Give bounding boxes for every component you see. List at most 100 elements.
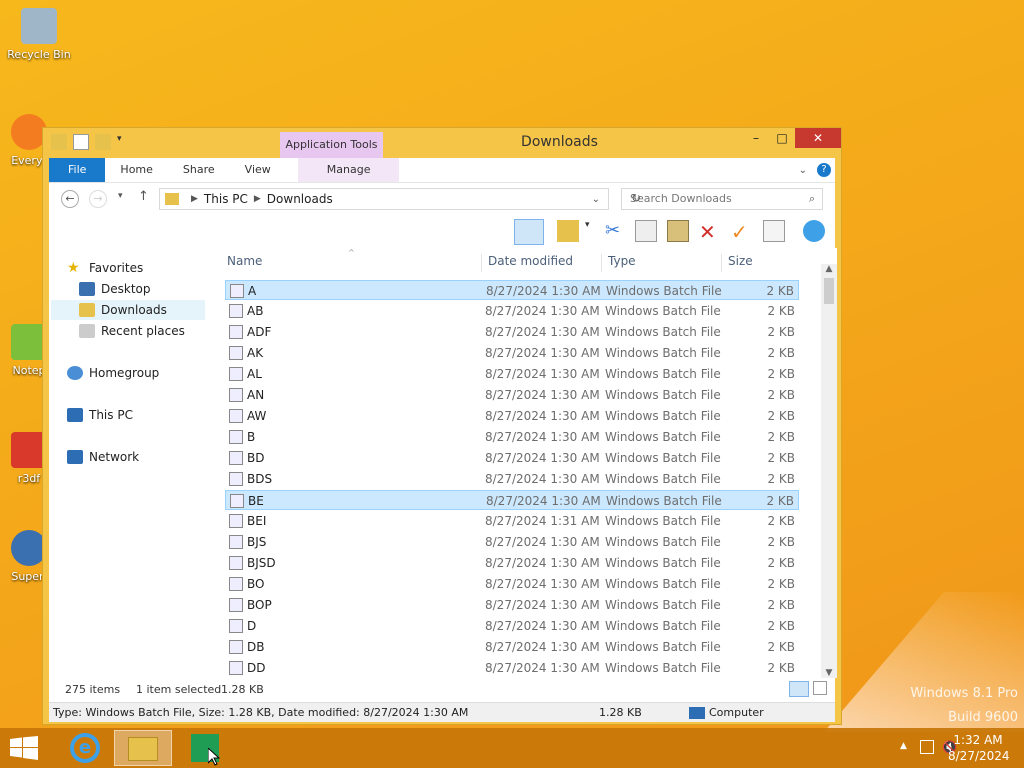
- column-divider[interactable]: [721, 254, 722, 272]
- close-button[interactable]: ✕: [795, 128, 841, 148]
- taskbar-internet-explorer[interactable]: e: [56, 730, 114, 766]
- paste-icon[interactable]: [667, 220, 689, 242]
- taskbar-store[interactable]: [176, 730, 234, 766]
- up-arrow-icon[interactable]: ↑: [138, 189, 149, 204]
- table-row[interactable]: AL 8/27/2024 1:30 AM Windows Batch File 2 K…: [225, 364, 799, 384]
- column-header-type[interactable]: Type: [608, 254, 636, 268]
- table-row[interactable]: DB 8/27/2024 1:30 AM Windows Batch File 2 K…: [225, 637, 799, 657]
- file-size: 2 KB: [767, 409, 795, 423]
- network-tray-icon[interactable]: [920, 740, 934, 754]
- search-icon[interactable]: ⌕: [809, 192, 815, 206]
- address-field[interactable]: ▶ This PC ▶ Downloads ⌄: [159, 188, 609, 210]
- table-row[interactable]: BE 8/27/2024 1:30 AM Windows Batch File 2 K…: [225, 490, 799, 510]
- file-name: BEI: [247, 514, 267, 528]
- delete-icon[interactable]: ✕: [699, 220, 721, 244]
- nav-homegroup[interactable]: Homegroup: [67, 363, 159, 383]
- nav-favorites[interactable]: ★ Favorites: [67, 258, 143, 278]
- search-input[interactable]: Search Downloads: [621, 188, 823, 210]
- nav-downloads[interactable]: Downloads: [51, 300, 205, 320]
- help-icon[interactable]: ?: [817, 163, 831, 177]
- file-type: Windows Batch File: [606, 494, 722, 508]
- chat-bubble-icon[interactable]: [803, 220, 825, 242]
- expand-ribbon-icon[interactable]: ⌄: [799, 165, 807, 176]
- recent-places-icon: [79, 324, 95, 338]
- column-header-date[interactable]: Date modified: [488, 254, 573, 268]
- table-row[interactable]: AW 8/27/2024 1:30 AM Windows Batch File 2 K…: [225, 406, 799, 426]
- tab-file[interactable]: File: [49, 158, 106, 182]
- scrollbar-thumb[interactable]: [824, 278, 834, 304]
- table-row[interactable]: A 8/27/2024 1:30 AM Windows Batch File 2 KB: [225, 280, 799, 300]
- nav-this-pc[interactable]: This PC: [67, 405, 133, 425]
- table-row[interactable]: BJS 8/27/2024 1:30 AM Windows Batch File 2 …: [225, 532, 799, 552]
- file-type: Windows Batch File: [605, 325, 721, 339]
- file-size: 2 KB: [767, 619, 795, 633]
- batch-file-icon: [229, 388, 243, 402]
- table-row[interactable]: BJSD 8/27/2024 1:30 AM Windows Batch File 2…: [225, 553, 799, 573]
- show-hidden-icons-icon[interactable]: ▲: [900, 741, 907, 751]
- breadcrumb-downloads[interactable]: Downloads: [267, 192, 333, 206]
- file-date: 8/27/2024 1:30 AM: [485, 640, 600, 654]
- table-row[interactable]: AB 8/27/2024 1:30 AM Windows Batch File 2 K…: [225, 301, 799, 321]
- tab-view[interactable]: View: [230, 158, 286, 182]
- crumb-separator-icon[interactable]: ▶: [254, 194, 261, 204]
- scroll-up-icon[interactable]: ▲: [821, 264, 837, 274]
- start-button[interactable]: [10, 736, 38, 760]
- table-row[interactable]: BOP 8/27/2024 1:30 AM Windows Batch File 2 …: [225, 595, 799, 615]
- column-header-name[interactable]: Name: [227, 254, 262, 268]
- maximize-button[interactable]: □: [769, 128, 795, 148]
- table-row[interactable]: D 8/27/2024 1:30 AM Windows Batch File 2 KB: [225, 616, 799, 636]
- nav-network[interactable]: Network: [67, 447, 139, 467]
- file-list: ^ Name Date modified Type Size A 8/27/202…: [211, 248, 837, 678]
- table-row[interactable]: B 8/27/2024 1:30 AM Windows Batch File 2 KB: [225, 427, 799, 447]
- nav-recent-places[interactable]: Recent places: [79, 321, 185, 341]
- scroll-down-icon[interactable]: ▼: [821, 668, 837, 678]
- windows-watermark-edition: Windows 8.1 Pro: [910, 686, 1018, 701]
- vertical-scrollbar[interactable]: ▲ ▼: [821, 264, 837, 678]
- preview-pane-icon[interactable]: [514, 219, 544, 245]
- forward-button[interactable]: →: [89, 190, 107, 208]
- breadcrumb-this-pc[interactable]: This PC: [204, 192, 248, 206]
- status-bar: 275 items 1 item selected 1.28 KB: [49, 678, 835, 702]
- table-row[interactable]: AK 8/27/2024 1:30 AM Windows Batch File 2 K…: [225, 343, 799, 363]
- address-dropdown-icon[interactable]: ⌄: [592, 194, 600, 205]
- back-button[interactable]: ←: [61, 190, 79, 208]
- column-divider[interactable]: [481, 254, 482, 272]
- tab-home[interactable]: Home: [105, 158, 167, 182]
- batch-file-icon: [229, 451, 243, 465]
- tab-share[interactable]: Share: [168, 158, 230, 182]
- recent-locations-icon[interactable]: ▾: [118, 191, 123, 201]
- nav-desktop[interactable]: Desktop: [79, 279, 151, 299]
- rename-icon[interactable]: [763, 220, 785, 242]
- taskbar-file-explorer[interactable]: [114, 730, 172, 766]
- large-icons-view-icon[interactable]: [813, 681, 827, 695]
- file-type: Windows Batch File: [605, 619, 721, 633]
- table-row[interactable]: DD 8/27/2024 1:30 AM Windows Batch File 2 K…: [225, 658, 799, 678]
- crumb-separator-icon[interactable]: ▶: [191, 194, 198, 204]
- batch-file-icon: [229, 472, 243, 486]
- tab-manage[interactable]: Manage: [297, 158, 400, 182]
- file-size: 2 KB: [767, 535, 795, 549]
- title-bar[interactable]: ▾ Application Tools Downloads – □ ✕: [43, 128, 841, 158]
- checkmark-icon[interactable]: ✓: [731, 220, 753, 244]
- column-header-size[interactable]: Size: [728, 254, 753, 268]
- move-to-folder-icon[interactable]: [557, 220, 579, 242]
- file-name: BDS: [247, 472, 273, 486]
- table-row[interactable]: BD 8/27/2024 1:30 AM Windows Batch File 2 K…: [225, 448, 799, 468]
- cut-icon[interactable]: ✂: [605, 220, 627, 242]
- desktop-icon-recycle-bin[interactable]: Recycle Bin: [6, 8, 72, 61]
- recycle-bin-icon: [21, 8, 57, 44]
- table-row[interactable]: ADF 8/27/2024 1:30 AM Windows Batch File 2 …: [225, 322, 799, 342]
- copy-icon[interactable]: [635, 220, 657, 242]
- minimize-button[interactable]: –: [743, 128, 769, 148]
- table-row[interactable]: BDS 8/27/2024 1:30 AM Windows Batch File 2 …: [225, 469, 799, 489]
- file-type: Windows Batch File: [605, 304, 721, 318]
- table-row[interactable]: BEI 8/27/2024 1:31 AM Windows Batch File 2 …: [225, 511, 799, 531]
- chevron-down-icon[interactable]: ▾: [585, 220, 595, 242]
- file-date: 8/27/2024 1:30 AM: [485, 577, 600, 591]
- details-view-icon[interactable]: [789, 681, 809, 697]
- table-row[interactable]: BO 8/27/2024 1:30 AM Windows Batch File 2 K…: [225, 574, 799, 594]
- windows-logo-icon: [10, 736, 38, 760]
- table-row[interactable]: AN 8/27/2024 1:30 AM Windows Batch File 2 K…: [225, 385, 799, 405]
- clock[interactable]: 1:32 AM 8/27/2024: [948, 732, 1010, 764]
- column-divider[interactable]: [601, 254, 602, 272]
